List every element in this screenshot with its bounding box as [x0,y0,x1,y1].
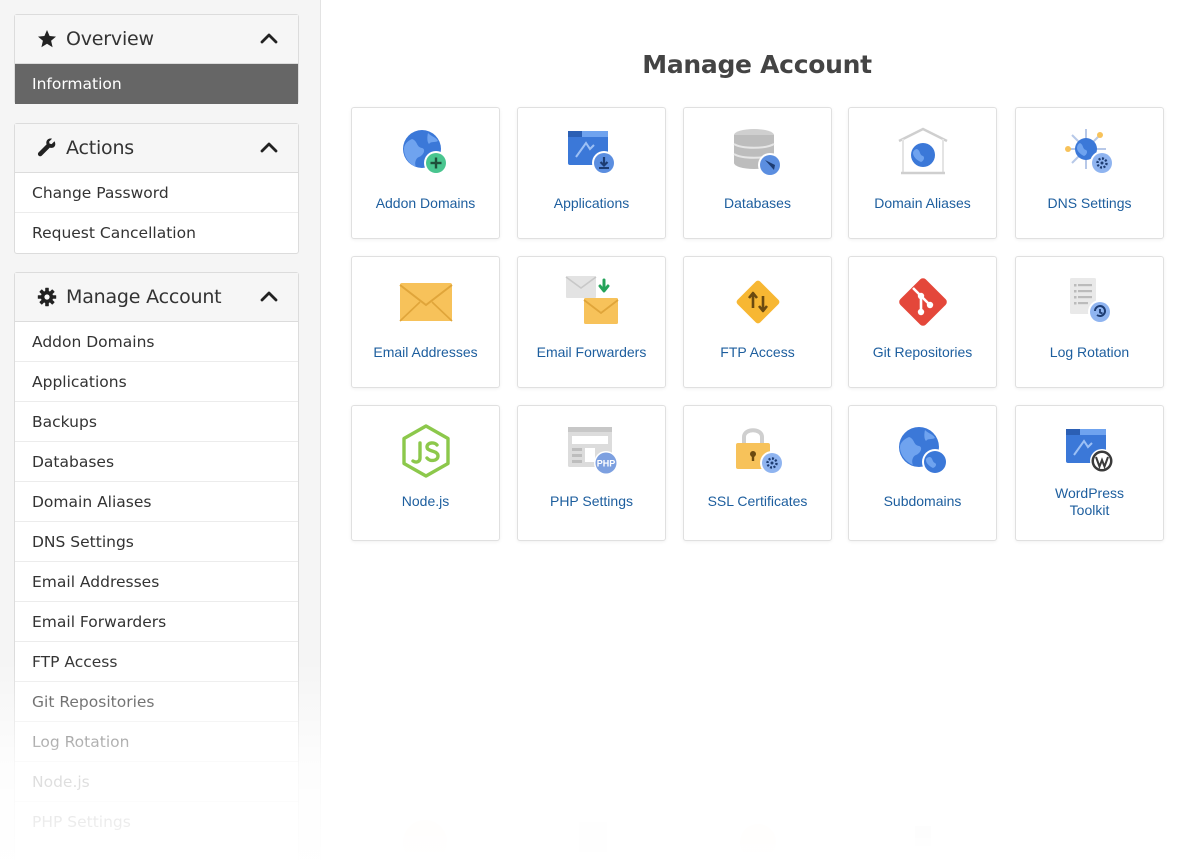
ftp-diamond-icon [730,274,786,330]
manage-account-panel-header[interactable]: Manage Account [15,273,298,322]
sidebar-item-databases[interactable]: Databases [15,442,298,482]
sidebar-item-addon-domains[interactable]: Addon Domains [15,322,298,362]
tile-email-addresses[interactable]: Email Addresses [351,256,500,388]
sidebar-item-php-settings[interactable]: PHP Settings [15,802,298,842]
tile-label: Applications [553,195,630,211]
tile-ssl-certificates[interactable]: SSL Certificates [683,405,832,541]
globes-icon [895,423,951,479]
faded-tile-icon [915,826,931,846]
tile-label: PHP Settings [549,493,633,509]
sidebar-item-backups[interactable]: Backups [15,402,298,442]
tile-log-rotation[interactable]: Log Rotation [1015,256,1164,388]
envelope-icon [398,274,454,330]
tile-label: SSL Certificates [707,493,808,509]
dns-gear-icon [1062,125,1118,181]
sidebar-item-email-forwarders[interactable]: Email Forwarders [15,602,298,642]
chevron-up-icon[interactable] [260,140,278,154]
tile-domain-aliases[interactable]: Domain Aliases [848,107,997,239]
globe-add-icon [398,125,454,181]
tile-label: Log Rotation [1049,344,1130,360]
tile-label: DNS Settings [1047,195,1132,211]
tile-addon-domains[interactable]: Addon Domains [351,107,500,239]
chevron-up-icon[interactable] [260,289,278,303]
tile-label: Subdomains [883,493,962,509]
sidebar-item-domain-aliases[interactable]: Domain Aliases [15,482,298,522]
svg-text:PHP: PHP [596,459,615,469]
tile-label: Email Addresses [373,344,478,360]
envelope-forward-icon [564,274,620,330]
wrench-icon [37,138,57,158]
sidebar-item-dns-settings[interactable]: DNS Settings [15,522,298,562]
sidebar-item-log-rotation[interactable]: Log Rotation [15,722,298,762]
faded-tile-icon [740,824,776,852]
tile-label: WordPress Toolkit [1055,485,1124,518]
tile-git-repositories[interactable]: Git Repositories [848,256,997,388]
tile-label: Git Repositories [872,344,973,360]
tile-label: Databases [724,195,791,211]
tile-wordpress-toolkit[interactable]: WordPress Toolkit [1015,405,1164,541]
wordpress-icon [1062,423,1118,479]
tile-subdomains[interactable]: Subdomains [848,405,997,541]
sidebar-item-git-repositories[interactable]: Git Repositories [15,682,298,722]
tile-label: Domain Aliases [874,195,971,211]
tile-dns-settings[interactable]: DNS Settings [1015,107,1164,239]
actions-title: Actions [66,137,135,159]
chevron-up-icon[interactable] [260,31,278,45]
sidebar-item-information[interactable]: Information [15,64,298,104]
app-install-icon [564,125,620,181]
nodejs-icon [398,423,454,479]
faded-tile-icon [579,822,607,852]
tile-ftp-access[interactable]: FTP Access [683,256,832,388]
sidebar-item-email-addresses[interactable]: Email Addresses [15,562,298,602]
overview-title: Overview [66,28,154,50]
log-rotate-icon [1062,274,1118,330]
manage-account-title: Manage Account [66,286,222,308]
php-icon: PHP [564,423,620,479]
git-icon [895,274,951,330]
tile-label: Node.js [401,493,450,509]
tile-label: FTP Access [720,344,795,360]
overview-panel-header[interactable]: Overview [15,15,298,64]
sidebar-item-request-cancellation[interactable]: Request Cancellation [15,213,298,253]
sidebar: Overview Information Actions Change Pass… [0,0,321,860]
faded-tile-icon [403,820,447,852]
padlock-gear-icon [730,423,786,479]
tile-label: Email Forwarders [536,344,647,360]
tile-applications[interactable]: Applications [517,107,666,239]
tile-email-forwarders[interactable]: Email Forwarders [517,256,666,388]
sidebar-item-nodejs[interactable]: Node.js [15,762,298,802]
gear-icon [37,287,57,307]
database-icon [730,125,786,181]
page-title: Manage Account [642,50,872,79]
tile-nodejs[interactable]: Node.js [351,405,500,541]
globe-house-icon [895,125,951,181]
sidebar-item-applications[interactable]: Applications [15,362,298,402]
sidebar-item-ftp-access[interactable]: FTP Access [15,642,298,682]
actions-panel: Actions Change Password Request Cancella… [14,123,299,254]
manage-account-panel: Manage Account Addon Domains Application… [14,272,299,860]
tile-label: Addon Domains [375,195,476,211]
star-icon [37,29,57,49]
sidebar-item-change-password[interactable]: Change Password [15,173,298,213]
tile-databases[interactable]: Databases [683,107,832,239]
actions-panel-header[interactable]: Actions [15,124,298,173]
tile-php-settings[interactable]: PHP PHP Settings [517,405,666,541]
overview-panel: Overview Information [14,14,299,104]
